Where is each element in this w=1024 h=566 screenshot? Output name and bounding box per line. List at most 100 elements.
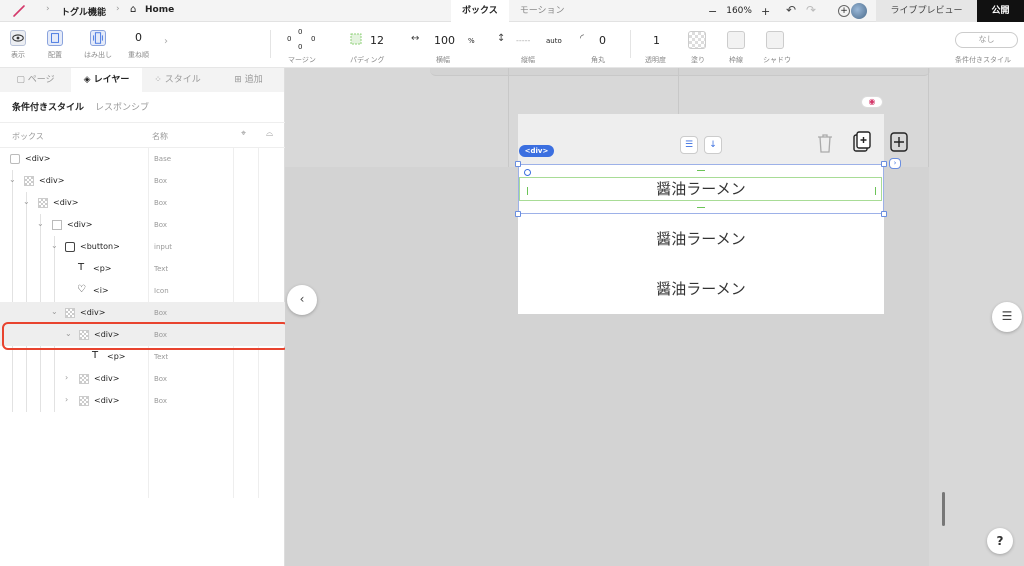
conditional-style-select[interactable]: なし bbox=[955, 32, 1018, 48]
resize-handle[interactable] bbox=[515, 211, 521, 217]
tab-box[interactable]: ボックス bbox=[451, 0, 509, 22]
padding-icon bbox=[350, 33, 362, 45]
layer-row[interactable]: ⌄ <div> Box bbox=[0, 170, 285, 192]
scrollbar[interactable] bbox=[942, 492, 945, 526]
brand-logo-icon[interactable] bbox=[12, 4, 26, 18]
anchor-icon[interactable] bbox=[524, 169, 531, 176]
layer-row[interactable]: <div> Base bbox=[0, 148, 285, 170]
margin-right-value[interactable]: 0 bbox=[311, 35, 315, 43]
layer-row[interactable]: › <div> Box bbox=[0, 390, 285, 412]
list-item[interactable]: 醤油ラーメン bbox=[518, 264, 884, 314]
margin-label: マージン bbox=[288, 56, 316, 64]
layer-row[interactable]: ⌄ <div> Box bbox=[0, 214, 285, 236]
resize-handle[interactable] bbox=[881, 161, 887, 167]
order-tool[interactable]: 0 重ね順 bbox=[128, 30, 149, 60]
property-toolbar: 表示 配置 はみ出し 0 重ね順 › 0 0 0 0 マージン 12 パディング… bbox=[0, 22, 1024, 68]
shadow-swatch[interactable] bbox=[766, 31, 784, 49]
layer-type: Base bbox=[154, 155, 172, 163]
redo-icon[interactable]: ↷ bbox=[806, 3, 816, 17]
corner-radius-icon: ◜ bbox=[580, 33, 584, 44]
tab-layers[interactable]: ◈ レイヤー bbox=[71, 68, 142, 92]
undo-icon[interactable]: ↶ bbox=[786, 3, 796, 17]
chevron-down-icon[interactable]: ⌄ bbox=[9, 175, 16, 184]
layer-type: Box bbox=[154, 199, 168, 207]
layer-row[interactable]: ♡ <i> Icon bbox=[0, 280, 285, 302]
chevron-right-icon[interactable]: › bbox=[65, 373, 68, 382]
height-label: 縦幅 bbox=[521, 56, 535, 64]
tab-pages[interactable]: ▢ ページ bbox=[0, 68, 71, 92]
layer-row[interactable]: ⌄ <button> input bbox=[0, 236, 285, 258]
breadcrumb-project[interactable]: トグル機能 bbox=[61, 5, 106, 18]
tab-styles[interactable]: ⁘ スタイル bbox=[142, 68, 213, 92]
breadcrumb-page[interactable]: Home bbox=[145, 5, 174, 15]
tab-motion[interactable]: モーション bbox=[509, 0, 576, 22]
view-tool[interactable]: 表示 bbox=[10, 30, 26, 60]
avatar[interactable] bbox=[851, 3, 867, 19]
help-button[interactable]: ? bbox=[987, 528, 1013, 554]
zoom-in-button[interactable]: + bbox=[761, 5, 770, 18]
chevron-right-icon[interactable]: › bbox=[65, 395, 68, 404]
subtab-responsive[interactable]: レスポンシブ bbox=[95, 100, 149, 113]
width-unit[interactable]: % bbox=[468, 37, 475, 45]
trash-icon[interactable] bbox=[815, 132, 835, 154]
chevron-down-icon[interactable]: ⌄ bbox=[37, 219, 44, 228]
selected-element-tag[interactable]: <div> bbox=[519, 145, 554, 157]
opacity-value[interactable]: 1 bbox=[653, 34, 660, 47]
chevron-right-icon[interactable]: › bbox=[164, 36, 168, 47]
visibility-icon[interactable]: ◉ bbox=[861, 96, 883, 108]
align-tool[interactable]: 配置 bbox=[47, 30, 63, 60]
width-value[interactable]: 100 bbox=[434, 34, 455, 47]
layer-row[interactable]: ⌄ <div> Box bbox=[0, 192, 285, 214]
margin-left-value[interactable]: 0 bbox=[287, 35, 291, 43]
fill-swatch[interactable] bbox=[688, 31, 706, 49]
publish-button[interactable]: 公開 bbox=[977, 0, 1024, 22]
checkbox-icon[interactable] bbox=[10, 154, 20, 164]
zoom-out-button[interactable]: − bbox=[708, 5, 717, 18]
layer-row[interactable]: T <p> Text bbox=[0, 258, 285, 280]
chevron-right-icon[interactable]: › bbox=[889, 158, 901, 169]
add-member-icon[interactable]: + bbox=[838, 5, 850, 17]
panel-subtabs: 条件付きスタイル レスポンシブ bbox=[0, 92, 284, 122]
list-item[interactable]: 醤油ラーメン bbox=[518, 214, 884, 264]
layer-row[interactable]: ⌄ <div> Box bbox=[0, 302, 285, 324]
radius-value[interactable]: 0 bbox=[599, 34, 606, 47]
design-canvas[interactable]: ◉ 醤油ラーメン 醤油ラーメン 醤油ラーメン ☰ ↓ › <div> ‹ ☰ ? bbox=[285, 68, 1024, 566]
padding-marker bbox=[697, 207, 705, 208]
overflow-tool[interactable]: はみ出し bbox=[84, 30, 112, 60]
layer-tag: <div> bbox=[39, 176, 65, 185]
resize-handle[interactable] bbox=[881, 211, 887, 217]
condition-icon[interactable]: ⌖ bbox=[241, 129, 246, 139]
layer-type: Icon bbox=[154, 287, 169, 295]
box-icon bbox=[79, 396, 89, 406]
live-preview-button[interactable]: ライブプレビュー bbox=[876, 0, 977, 22]
add-box-icon[interactable] bbox=[890, 132, 908, 152]
text-icon: T bbox=[92, 350, 99, 361]
zoom-level[interactable]: 160% bbox=[726, 6, 752, 16]
arrow-down-icon[interactable]: ↓ bbox=[704, 136, 722, 154]
layer-row[interactable]: › <div> Box bbox=[0, 368, 285, 390]
padding-marker bbox=[527, 187, 528, 195]
outline-menu-button[interactable]: ☰ bbox=[992, 302, 1022, 332]
responsive-icon[interactable]: ⌓ bbox=[266, 129, 273, 139]
chevron-down-icon[interactable]: ⌄ bbox=[51, 241, 58, 250]
layer-tag: <div> bbox=[53, 198, 79, 207]
subtab-conditional-style[interactable]: 条件付きスタイル bbox=[12, 103, 84, 113]
opacity-label: 透明度 bbox=[645, 56, 666, 64]
collapse-panel-button[interactable]: ‹ bbox=[287, 285, 317, 315]
layer-type: Box bbox=[154, 375, 168, 383]
filter-icon[interactable]: ☰ bbox=[680, 136, 698, 154]
margin-top-value[interactable]: 0 bbox=[298, 28, 302, 36]
border-swatch[interactable] bbox=[727, 31, 745, 49]
box-icon bbox=[24, 176, 34, 186]
resize-handle[interactable] bbox=[515, 161, 521, 167]
chevron-down-icon[interactable]: ⌄ bbox=[23, 197, 30, 206]
chevron-down-icon[interactable]: ⌄ bbox=[51, 307, 58, 316]
padding-value[interactable]: 12 bbox=[370, 34, 384, 47]
padding-marker bbox=[697, 170, 705, 171]
height-value[interactable]: ----- bbox=[516, 36, 530, 45]
duplicate-icon[interactable] bbox=[852, 131, 872, 153]
tab-add[interactable]: ⊞ 追加 bbox=[213, 68, 284, 92]
margin-bottom-value[interactable]: 0 bbox=[298, 43, 302, 51]
mode-tabs: ボックス モーション bbox=[451, 0, 576, 22]
height-unit[interactable]: auto bbox=[546, 37, 562, 45]
